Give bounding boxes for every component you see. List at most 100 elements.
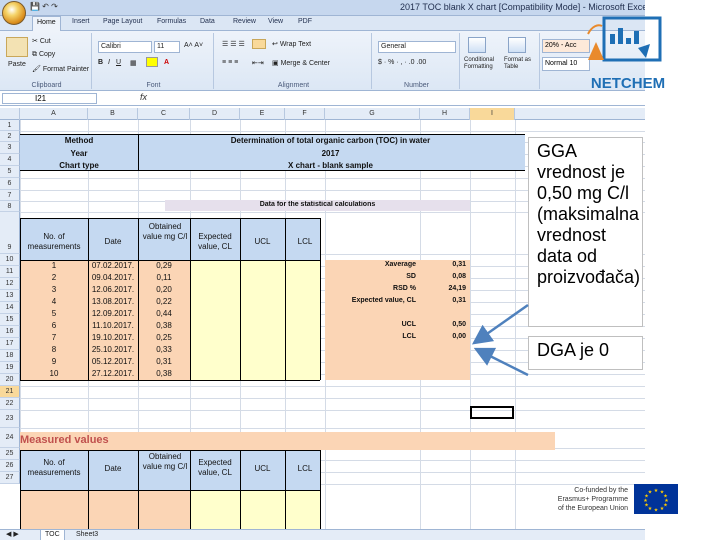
borders-icon[interactable]: ▦ bbox=[130, 59, 137, 67]
measurement-date: 12.09.2017. bbox=[91, 309, 135, 318]
row-header[interactable]: 4 bbox=[0, 154, 20, 166]
indent-icon[interactable]: ⇤⇥ bbox=[252, 59, 264, 67]
measurement-date: 13.08.2017. bbox=[91, 297, 135, 306]
align-top-icon[interactable]: ☰☰☰ bbox=[222, 40, 247, 48]
row-header[interactable]: 24 bbox=[0, 428, 20, 448]
measurement-no: 2 bbox=[51, 273, 57, 282]
header-obtained-value: Obtained value mg C/l bbox=[142, 222, 188, 241]
fx-icon[interactable]: fx bbox=[140, 92, 147, 102]
measured-header-date: Date bbox=[104, 464, 122, 473]
font-color-icon[interactable]: A bbox=[164, 59, 169, 66]
row-header[interactable]: 10 bbox=[0, 254, 20, 266]
orientation-icon[interactable] bbox=[252, 39, 266, 49]
column-header-b[interactable]: B bbox=[88, 108, 138, 120]
sheet-tab-bar: ◀ ▶ TOC Sheet3 bbox=[0, 529, 645, 540]
column-header-d[interactable]: D bbox=[190, 108, 240, 120]
tab-home[interactable]: Home bbox=[32, 16, 61, 31]
row-header[interactable]: 27 bbox=[0, 472, 20, 484]
fill-color-icon[interactable] bbox=[146, 57, 158, 67]
wrap-text-button[interactable]: ↩ Wrap Text bbox=[272, 40, 311, 48]
measurement-value: 0,38 bbox=[156, 369, 172, 378]
measurement-no: 5 bbox=[51, 309, 57, 318]
conditional-formatting-button[interactable]: Conditional Formatting bbox=[464, 57, 500, 71]
row-header[interactable]: 23 bbox=[0, 410, 20, 428]
row-header[interactable]: 6 bbox=[0, 178, 20, 190]
row-header[interactable]: 14 bbox=[0, 302, 20, 314]
slide: { "window": {"title": "2017 TOC blank X … bbox=[0, 0, 720, 540]
underline-button[interactable]: U bbox=[116, 59, 121, 66]
tab-insert[interactable]: Insert bbox=[72, 18, 90, 25]
name-box[interactable]: I21 bbox=[2, 93, 97, 104]
italic-button[interactable]: I bbox=[108, 59, 110, 66]
format-painter-label: Format Painter bbox=[42, 66, 90, 73]
row-header[interactable]: 22 bbox=[0, 398, 20, 410]
column-header-e[interactable]: E bbox=[240, 108, 285, 120]
office-button-icon[interactable] bbox=[2, 1, 26, 25]
conditional-formatting-icon[interactable] bbox=[468, 37, 486, 53]
row-header[interactable]: 21 bbox=[0, 386, 20, 398]
sheet-nav-icon[interactable]: ◀ ▶ bbox=[2, 530, 23, 540]
measured-header-ucl: UCL bbox=[254, 464, 271, 473]
row-header[interactable]: 13 bbox=[0, 290, 20, 302]
border-v bbox=[320, 450, 321, 530]
column-header-i[interactable]: I bbox=[470, 108, 515, 120]
row-header[interactable]: 19 bbox=[0, 362, 20, 374]
grow-font-icon[interactable]: A˄ A˅ bbox=[184, 42, 203, 49]
tab-pdf[interactable]: PDF bbox=[298, 18, 312, 25]
row-header[interactable]: 11 bbox=[0, 266, 20, 278]
measurement-date: 12.06.2017. bbox=[91, 285, 135, 294]
row-header[interactable]: 1 bbox=[0, 120, 20, 131]
row-header[interactable]: 8 bbox=[0, 201, 20, 212]
row-header[interactable]: 3 bbox=[0, 142, 20, 154]
active-cell-i21[interactable] bbox=[470, 406, 514, 419]
row-header[interactable]: 12 bbox=[0, 278, 20, 290]
svg-text:★: ★ bbox=[648, 490, 653, 496]
font-size-select[interactable]: 11 bbox=[154, 41, 180, 53]
gridline-h bbox=[20, 398, 645, 399]
netchem-logo: NETCHEM bbox=[587, 16, 665, 92]
row-header[interactable]: 9 bbox=[0, 212, 20, 254]
column-header-a[interactable]: A bbox=[20, 108, 88, 120]
quick-access-toolbar[interactable]: 💾 ↶ ↷ bbox=[30, 2, 66, 13]
merge-center-button[interactable]: ▣ Merge & Center bbox=[272, 59, 330, 67]
number-format-select[interactable]: General bbox=[378, 41, 456, 53]
eu-line1: Co-funded by the bbox=[574, 487, 628, 494]
row-header[interactable]: 5 bbox=[0, 166, 20, 178]
format-as-table-icon[interactable] bbox=[508, 37, 526, 53]
column-header-g[interactable]: G bbox=[325, 108, 420, 120]
tab-formulas[interactable]: Formulas bbox=[157, 18, 186, 25]
tab-data[interactable]: Data bbox=[200, 18, 215, 25]
font-name-select[interactable]: Calibri bbox=[98, 41, 152, 53]
sheet-tab-sheet3[interactable]: Sheet3 bbox=[72, 530, 102, 540]
cut-button[interactable]: ✂ Cut bbox=[32, 37, 51, 45]
align-left-icon[interactable]: ≡≡≡ bbox=[222, 59, 240, 66]
column-header-h[interactable]: H bbox=[420, 108, 470, 120]
format-painter-button[interactable]: 🖌 Format Painter bbox=[32, 65, 89, 73]
row-header[interactable]: 18 bbox=[0, 350, 20, 362]
sheet-tab-toc[interactable]: TOC bbox=[40, 530, 65, 540]
row-header[interactable]: 15 bbox=[0, 314, 20, 326]
format-as-table-button[interactable]: Format as Table bbox=[504, 57, 538, 71]
svg-text:★: ★ bbox=[660, 506, 665, 512]
currency-icon[interactable]: $ · % · , · .0 .00 bbox=[378, 59, 426, 66]
border-h bbox=[20, 450, 320, 451]
row-header[interactable]: 26 bbox=[0, 460, 20, 472]
tab-view[interactable]: View bbox=[268, 18, 283, 25]
row-header[interactable]: 20 bbox=[0, 374, 20, 386]
select-all-corner[interactable] bbox=[0, 108, 20, 120]
row-header[interactable]: 2 bbox=[0, 131, 20, 142]
row-header[interactable]: 16 bbox=[0, 326, 20, 338]
wrap-text-label: Wrap Text bbox=[279, 41, 312, 48]
row-header[interactable]: 17 bbox=[0, 338, 20, 350]
row-header[interactable]: 25 bbox=[0, 448, 20, 460]
bold-button[interactable]: B bbox=[98, 59, 103, 66]
paste-button[interactable]: Paste bbox=[8, 61, 26, 68]
copy-button[interactable]: ⧉ Copy bbox=[32, 51, 55, 59]
tab-page-layout[interactable]: Page Layout bbox=[103, 18, 142, 25]
column-header-c[interactable]: C bbox=[138, 108, 190, 120]
row-header[interactable]: 7 bbox=[0, 190, 20, 201]
paste-icon[interactable] bbox=[6, 37, 28, 57]
column-header-f[interactable]: F bbox=[285, 108, 325, 120]
tab-review[interactable]: Review bbox=[233, 18, 256, 25]
measurement-value: 0,29 bbox=[156, 261, 172, 270]
